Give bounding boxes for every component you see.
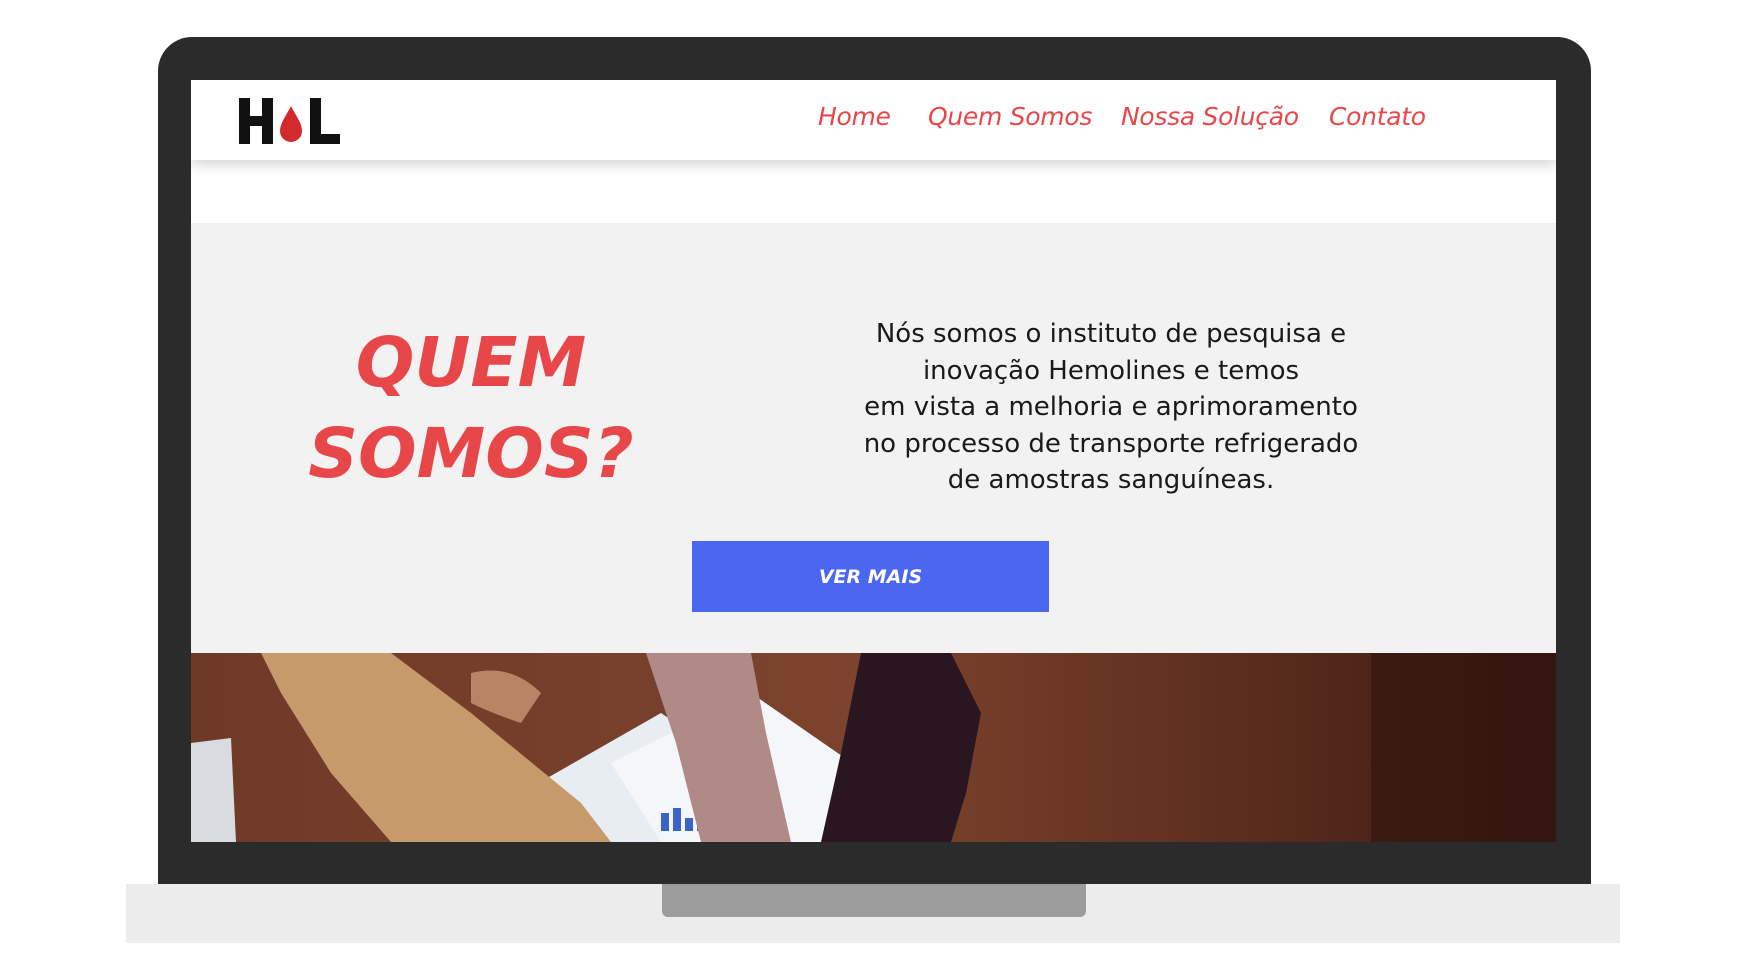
hero-description-line: inovação Hemolines e temos [922,355,1300,386]
hero-title-line: QUEM [355,323,587,403]
ver-mais-button[interactable]: VER MAIS [692,541,1049,612]
nav-nossa-solucao[interactable]: Nossa Solução [1121,102,1299,131]
navbar: Home Quem Somos Nossa Solução Contato [191,80,1556,160]
nav-contato[interactable]: Contato [1329,102,1426,131]
hero-description-line: em vista a melhoria e aprimoramento [864,392,1358,422]
blood-drop-icon [280,106,302,142]
team-photo [191,653,1556,842]
logo[interactable] [239,90,349,150]
nav-quem-somos[interactable]: Quem Somos [928,102,1092,131]
website-screen: Home Quem Somos Nossa Solução Contato QU… [191,80,1556,842]
hero-description-line: de amostras sanguíneas. [947,465,1275,495]
hero-title-line: SOMOS? [308,414,634,494]
hero-description-line: Nós somos o instituto de pesquisa e [875,319,1347,349]
laptop-notch [662,884,1086,917]
team-photo-illustration [191,653,1556,842]
nav-home[interactable]: Home [818,102,891,131]
hero-section: QUEM SOMOS? Nós somos o instituto de pes… [191,223,1556,653]
hero-description: Nós somos o instituto de pesquisa e inov… [821,316,1401,499]
hero-description-line: no processo de transporte refrigerado [863,428,1359,459]
logo-mark [239,98,340,144]
hero-title: QUEM SOMOS? [286,318,656,500]
